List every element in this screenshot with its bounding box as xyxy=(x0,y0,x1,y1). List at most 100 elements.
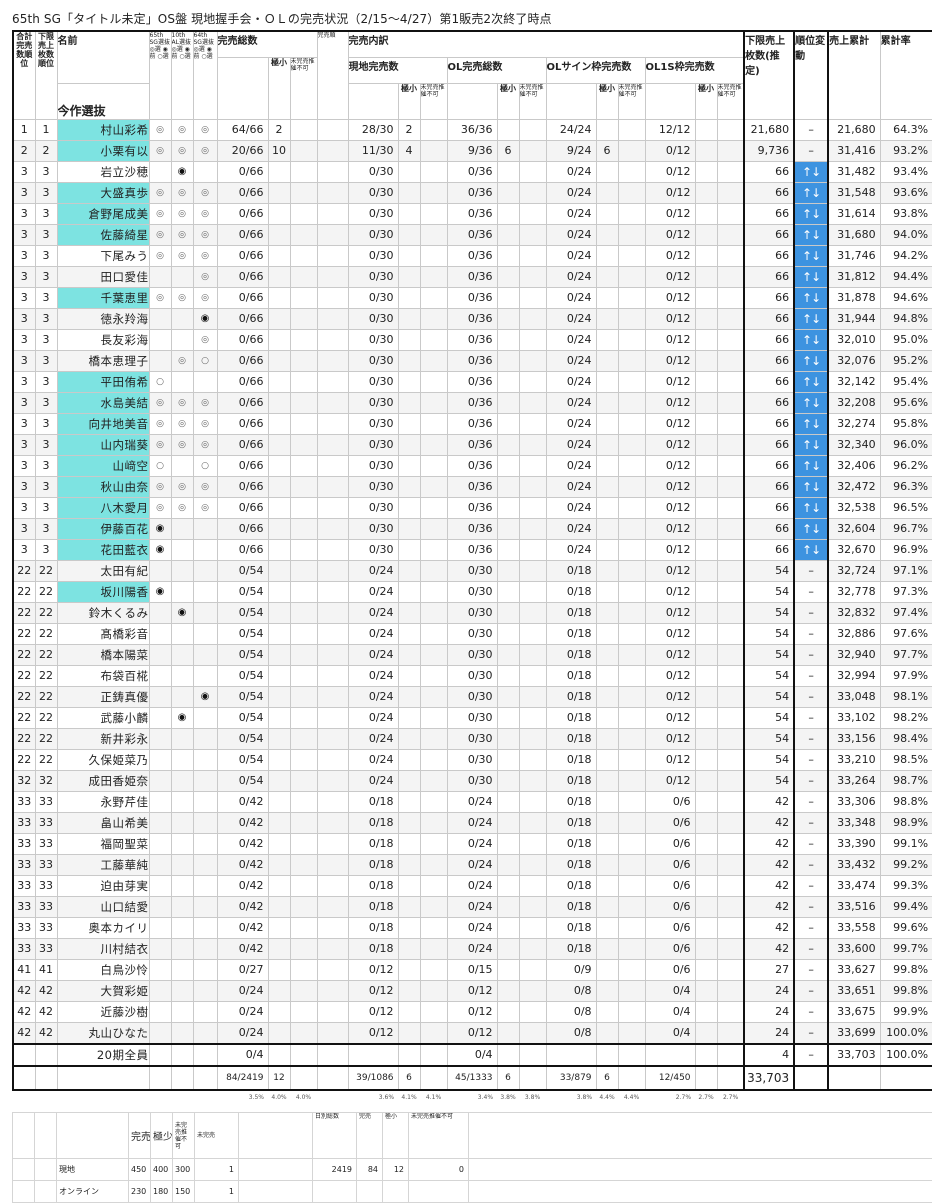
cell-name: 倉野尾成美 xyxy=(56,202,150,225)
cell-rate: 64.3% xyxy=(879,118,932,141)
cell-rank: 3 xyxy=(12,538,36,561)
cell-ol_goku xyxy=(496,874,520,897)
cell-cum: 32,010 xyxy=(827,328,881,351)
cell-name: 成田香姫奈 xyxy=(56,769,150,792)
cell-lr: 32 xyxy=(34,769,58,792)
cell-rate: 97.6% xyxy=(879,622,932,645)
cell-m1 xyxy=(148,811,172,834)
cell-m2: ◎ xyxy=(170,118,194,141)
cell-rank: 3 xyxy=(12,328,36,351)
cell-rank: 3 xyxy=(12,244,36,267)
cell-m1 xyxy=(148,685,172,708)
cell-sales: 66 xyxy=(743,349,796,372)
cell-name: 山内瑞葵 xyxy=(56,433,150,456)
cell-m2 xyxy=(170,874,194,897)
header-rank-change: 順位変動 xyxy=(793,30,830,120)
cell-ol_goku xyxy=(496,664,520,687)
cell-onsite: 0/24 xyxy=(347,685,399,708)
cell-onsite_goku xyxy=(397,685,421,708)
cell-m1 xyxy=(148,916,172,939)
cell-sign: 0/18 xyxy=(545,874,597,897)
cell-m1 xyxy=(148,706,172,729)
cell-ol: 0/24 xyxy=(446,790,498,813)
table-row: 22 22 正鋳真優 ◉ 0/54 0/24 0/30 0/18 0/12 54–33,048 98… xyxy=(12,685,932,708)
cell-ol: 0/30 xyxy=(446,601,498,624)
cell-cum: 33,390 xyxy=(827,832,881,855)
cell-total: 0/66 xyxy=(216,223,269,246)
cell-ol_goku xyxy=(496,265,520,288)
cell-onsite: 0/30 xyxy=(347,412,399,435)
cell-sign: 0/24 xyxy=(545,244,597,267)
cell-m2: ◎ xyxy=(170,433,194,456)
cell-s1 xyxy=(644,1042,696,1066)
cell-lr: 3 xyxy=(34,370,58,393)
cell-goku xyxy=(267,391,291,414)
cell-sales: 54 xyxy=(743,622,796,645)
cell-onsite: 11/30 xyxy=(347,139,399,162)
cell-sign: 0/24 xyxy=(545,307,597,330)
cell-sign: 0/24 xyxy=(545,517,597,540)
cell-rank: 1 xyxy=(12,118,36,141)
cell-sign_goku xyxy=(595,748,619,771)
total-sales-sum: 33,703 xyxy=(743,1064,796,1091)
cell-sign: 0/18 xyxy=(545,580,597,603)
cell-ol_goku xyxy=(496,244,520,267)
cell-name: 20期全員 xyxy=(56,1042,150,1066)
cell-rank: 22 xyxy=(12,664,36,687)
cell-total: 0/54 xyxy=(216,643,269,666)
cell-sign_goku xyxy=(595,517,619,540)
cell-ol_goku xyxy=(496,328,520,351)
cell-total: 0/54 xyxy=(216,727,269,750)
cell-goku xyxy=(267,244,291,267)
cell-sales: 42 xyxy=(743,916,796,939)
cell-sign: 0/24 xyxy=(545,160,597,183)
cell-name: 水島美結 xyxy=(56,391,150,414)
cell-goku xyxy=(267,790,291,813)
cell-m1 xyxy=(148,328,172,351)
cell-lr: 3 xyxy=(34,160,58,183)
cell-rank: 33 xyxy=(12,937,36,960)
cell-onsite: 0/12 xyxy=(347,958,399,981)
cell-ol: 0/36 xyxy=(446,307,498,330)
table-row: 2 2 小栗有以 ◎ ◎ ◎ 20/66 10 11/30 4 9/36 6 9/24 6 0/12 9,73… xyxy=(12,139,932,162)
cell-ol_goku xyxy=(496,1021,520,1044)
cell-sign: 0/18 xyxy=(545,937,597,960)
cell-rate: 98.8% xyxy=(879,790,932,813)
cell-m2: ◎ xyxy=(170,496,194,519)
cell-name: 山﨑空 xyxy=(56,454,150,477)
cell-onsite_goku xyxy=(397,664,421,687)
cell-onsite_goku xyxy=(397,223,421,246)
cell-cum: 33,432 xyxy=(827,853,881,876)
cell-m3: ◎ xyxy=(192,475,218,498)
cell-m2 xyxy=(170,853,194,876)
cell-goku xyxy=(267,664,291,687)
cell-m1 xyxy=(148,307,172,330)
cell-goku xyxy=(267,412,291,435)
cell-sales: 66 xyxy=(743,412,796,435)
cell-sign_goku xyxy=(595,328,619,351)
cell-m2: ◉ xyxy=(170,706,194,729)
total-onsite-sum: 39/1086 xyxy=(347,1064,399,1091)
cell-total: 0/66 xyxy=(216,433,269,456)
total-1s-sum: 12/450 xyxy=(644,1064,696,1091)
cell-name: 布袋百椛 xyxy=(56,664,150,687)
cell-m1 xyxy=(148,748,172,771)
cell-m3 xyxy=(192,1042,218,1066)
cell-rate: 97.9% xyxy=(879,664,932,687)
cell-total: 0/66 xyxy=(216,517,269,540)
header-order: 完売順 xyxy=(316,30,349,120)
cell-onsite: 0/30 xyxy=(347,370,399,393)
cell-sales: 54 xyxy=(743,748,796,771)
header-not-available: 未完売推催不可 xyxy=(289,56,318,120)
cell-rank: 3 xyxy=(12,517,36,540)
cell-change: – xyxy=(793,706,830,729)
cell-sales: 54 xyxy=(743,769,796,792)
cell-sign_goku xyxy=(595,1000,619,1023)
cell-sign_goku xyxy=(595,790,619,813)
cell-change: ↑↓ xyxy=(793,265,830,288)
cell-sign: 0/18 xyxy=(545,685,597,708)
cell-name: 向井地美音 xyxy=(56,412,150,435)
cell-sign_goku xyxy=(595,979,619,1002)
cell-m2 xyxy=(170,580,194,603)
header-breakdown: 完売内訳 xyxy=(347,30,745,58)
